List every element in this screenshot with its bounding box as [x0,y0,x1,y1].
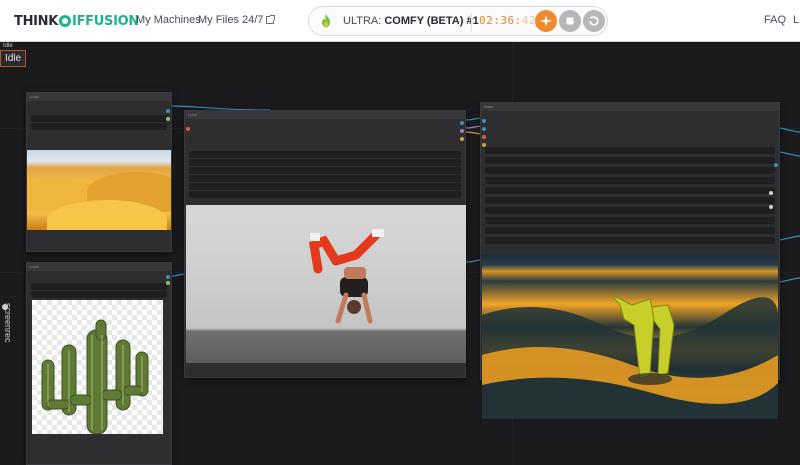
node-widget-row[interactable] [485,197,775,204]
node-header[interactable]: Load [27,263,171,271]
restart-button[interactable] [583,10,605,32]
result-scene [482,294,778,419]
input-slot[interactable] [482,127,486,131]
handstand-figure [308,229,384,324]
cactus-drawing [41,319,149,434]
node-widget-row[interactable] [485,237,775,244]
node-widget-row[interactable] [31,291,167,298]
node-widget-row[interactable] [189,183,461,190]
load-image-node-cactus[interactable]: Load [26,262,172,465]
input-slot[interactable] [186,127,190,131]
stop-icon [566,17,574,25]
handstand-image-preview [186,205,466,363]
session-label: ULTRA: COMFY (BETA) #1 [343,15,479,27]
output-slot[interactable] [166,109,170,113]
boost-button[interactable] [535,10,557,32]
desert-image-preview [27,150,171,230]
input-slot[interactable] [482,135,486,139]
node-title: Load [30,264,39,269]
external-link-icon [266,15,276,24]
widget-toggle[interactable] [769,191,773,195]
node-widget-row[interactable] [485,147,775,154]
node-header[interactable]: Save [481,103,779,111]
node-widget-row[interactable] [485,217,775,224]
nav-account[interactable]: L [793,14,799,26]
node-title: Save [484,104,494,109]
node-widget-row[interactable] [189,151,461,158]
cactus-image-preview [32,300,163,434]
node-title: Load [30,94,39,99]
timer-main: 02:36: [479,14,522,27]
output-slot[interactable] [166,281,170,285]
stop-button[interactable] [559,10,581,32]
pill-divider [471,13,472,31]
load-image-node-pose[interactable]: Load [184,110,466,378]
node-widget-row[interactable] [485,167,775,174]
restart-icon [589,15,599,26]
output-slot[interactable] [460,121,464,125]
node-widget-row[interactable] [189,167,461,174]
session-tier: ULTRA: [343,15,385,27]
nav-my-machines[interactable]: My Machines [136,14,201,26]
logo-ring-icon [59,15,72,27]
output-slot[interactable] [460,137,464,141]
node-widget-row[interactable] [485,157,775,164]
input-slot[interactable] [482,143,486,147]
output-slot[interactable] [166,117,170,121]
flame-icon [322,14,330,28]
result-image-preview [482,255,778,419]
node-widget-row[interactable] [31,283,167,290]
queue-status-box: Idle [0,50,26,67]
load-image-node-desert[interactable]: Load [26,92,172,252]
sparkle-icon [540,15,552,27]
node-header[interactable]: Load [185,111,465,119]
node-widget-row[interactable] [485,177,775,184]
logo-think-text: THINK [14,13,59,29]
node-widget-row[interactable] [485,187,775,194]
thinkdiffusion-logo[interactable]: THINK IFFUSION [14,12,139,30]
node-widget-row[interactable] [485,207,775,214]
output-slot[interactable] [460,129,464,133]
queue-status-small: Idle [3,43,13,49]
timer-seconds: 42 [521,14,536,27]
logo-diffusion-text: IFFUSION [72,13,139,29]
nav-faq[interactable]: FAQ [764,14,786,26]
screenrec-watermark: screenrec [3,303,13,343]
input-slot[interactable] [482,119,486,123]
node-widget-row[interactable] [485,227,775,234]
top-navigation-bar: THINK IFFUSION My Machines My Files 24/7… [0,0,800,42]
save-image-node-result[interactable]: Save [480,102,780,419]
node-widget-row[interactable] [31,123,167,130]
output-slot[interactable] [166,275,170,279]
session-status-pill: ULTRA: COMFY (BETA) #1 02:36:42 [308,6,608,36]
node-widget-row[interactable] [189,159,461,166]
node-widget-row[interactable] [189,175,461,182]
output-slot[interactable] [774,163,778,167]
node-header[interactable]: Load [27,93,171,101]
workflow-canvas[interactable]: Idle Idle screenrec Load Load Load Save [0,42,800,465]
node-widget-row[interactable] [31,115,167,122]
node-widget-row[interactable] [189,191,461,198]
widget-toggle[interactable] [769,205,773,209]
node-title: Load [188,112,197,117]
session-name: COMFY (BETA) #1 [384,15,479,27]
nav-my-files-label: My Files 24/7 [198,14,264,26]
nav-my-files[interactable]: My Files 24/7 [198,14,276,26]
session-timer: 02:36:42 [479,14,536,27]
